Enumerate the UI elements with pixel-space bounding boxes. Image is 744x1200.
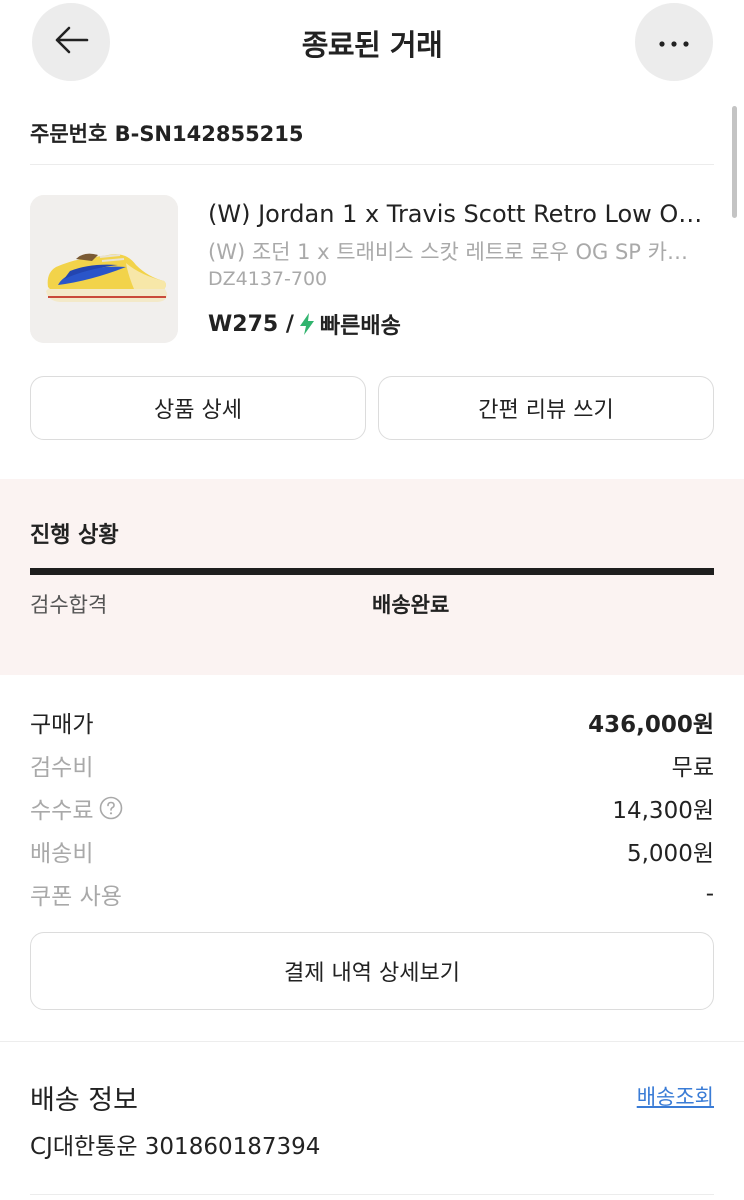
product-sku: DZ4137-700 xyxy=(208,268,328,290)
product-name-korean: (W) 조던 1 x 트래비스 스캇 레트로 로우 OG SP 카나리 xyxy=(208,240,693,264)
courier-tracking-number: CJ대한통운 301860187394 xyxy=(30,1134,321,1160)
top-bar: 종료된 거래 xyxy=(0,0,744,84)
progress-bar xyxy=(30,568,714,575)
write-review-label: 간편 리뷰 쓰기 xyxy=(478,398,614,423)
inspection-fee-label: 검수비 xyxy=(30,755,94,781)
progress-section: 진행 상황 검수합격 배송완료 xyxy=(0,479,744,675)
sneaker-image xyxy=(30,195,178,343)
product-size: W275 / xyxy=(208,311,294,337)
price-row-shipping: 배송비 5,000원 xyxy=(30,834,714,868)
more-options-button[interactable] xyxy=(635,3,713,81)
payment-detail-label: 결제 내역 상세보기 xyxy=(284,961,460,986)
page-title: 종료된 거래 xyxy=(301,28,443,62)
progress-step-delivered: 배송완료 xyxy=(372,593,450,617)
product-name[interactable]: (W) Jordan 1 x Travis Scott Retro Low OG… xyxy=(208,200,708,228)
coupon-value: - xyxy=(705,881,714,907)
write-review-button[interactable]: 간편 리뷰 쓰기 xyxy=(378,376,714,440)
progress-step-inspection-passed: 검수합격 xyxy=(30,593,108,617)
progress-title: 진행 상황 xyxy=(30,523,119,548)
product-image[interactable] xyxy=(30,195,178,343)
coupon-label: 쿠폰 사용 xyxy=(30,884,122,910)
price-row-fee: 수수료 14,300원 xyxy=(30,791,714,825)
fee-label: 수수료 xyxy=(30,798,94,824)
product-detail-button[interactable]: 상품 상세 xyxy=(30,376,366,440)
price-row-purchase: 구매가 436,000원 xyxy=(30,705,714,739)
price-row-inspection: 검수비 무료 xyxy=(30,748,714,782)
help-circle-icon[interactable] xyxy=(99,796,123,820)
order-number: 주문번호 B-SN142855215 xyxy=(30,122,304,146)
tracking-link[interactable]: 배송조회 xyxy=(637,1081,714,1111)
product-detail-label: 상품 상세 xyxy=(154,398,242,423)
fee-label-group: 수수료 xyxy=(30,791,123,825)
more-horizontal-icon xyxy=(657,33,691,52)
scrollbar[interactable] xyxy=(732,106,737,218)
delivery-info-title: 배송 정보 xyxy=(30,1085,138,1116)
section-divider xyxy=(0,1041,744,1042)
shipping-fee-value: 5,000원 xyxy=(626,841,714,867)
inspection-fee-value: 무료 xyxy=(671,755,714,781)
price-row-coupon: 쿠폰 사용 - xyxy=(30,877,714,911)
divider xyxy=(30,164,714,165)
divider xyxy=(30,1194,714,1195)
payment-detail-button[interactable]: 결제 내역 상세보기 xyxy=(30,932,714,1010)
purchase-price-value: 436,000원 xyxy=(588,712,714,738)
purchase-price-label: 구매가 xyxy=(30,712,94,738)
fast-shipping-badge: 빠른배송 xyxy=(319,314,401,339)
shipping-fee-label: 배송비 xyxy=(30,841,94,867)
lightning-icon xyxy=(298,312,316,336)
product-option: W275 / 빠른배송 xyxy=(208,308,401,340)
fee-value: 14,300원 xyxy=(612,798,714,824)
